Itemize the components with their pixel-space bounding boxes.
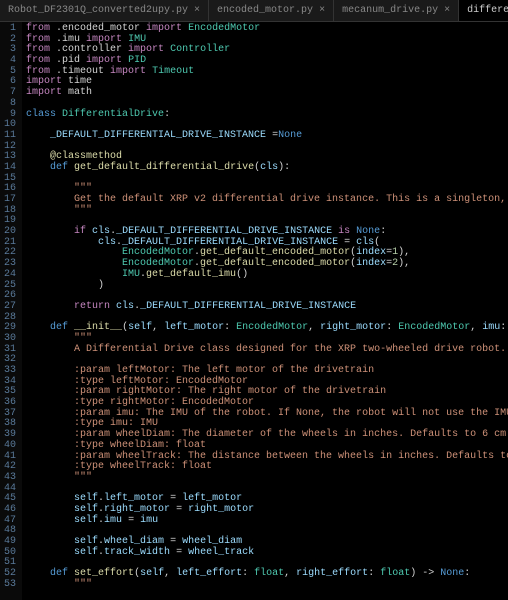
code-line[interactable]: IMU.get_default_imu() — [26, 270, 508, 281]
code-line[interactable]: from .timeout import Timeout — [26, 67, 508, 78]
code-line[interactable]: def __init__(self, left_motor: EncodedMo… — [26, 323, 508, 334]
tab-differential_drive-py[interactable]: differential_drive.py× — [459, 0, 508, 21]
line-number: 53 — [2, 580, 16, 591]
code-line[interactable]: ) — [26, 281, 508, 292]
code-line[interactable]: Get the default XRP v2 differential driv… — [26, 195, 508, 206]
code-line[interactable]: import time — [26, 77, 508, 88]
tab-bar: Robot_DF2301Q_converted2upy.py×encoded_m… — [0, 0, 508, 22]
code-line[interactable]: _DEFAULT_DIFFERENTIAL_DRIVE_INSTANCE =No… — [26, 131, 508, 142]
code-line[interactable]: return cls._DEFAULT_DIFFERENTIAL_DRIVE_I… — [26, 302, 508, 313]
line-number: 43 — [2, 473, 16, 484]
close-icon[interactable]: × — [194, 5, 200, 16]
line-number: 24 — [2, 270, 16, 281]
code-line[interactable]: A Differential Drive class designed for … — [26, 345, 508, 356]
tab-label: encoded_motor.py — [217, 5, 313, 16]
editor-area: 1234567891011121314151617181920212223242… — [0, 22, 508, 600]
close-icon[interactable]: × — [319, 5, 325, 16]
code-content[interactable]: from .encoded_motor import EncodedMotorf… — [22, 22, 508, 600]
code-line[interactable]: """ — [26, 206, 508, 217]
line-number: 8 — [2, 99, 16, 110]
code-line[interactable]: class DifferentialDrive: — [26, 110, 508, 121]
code-line[interactable]: def get_default_differential_drive(cls): — [26, 163, 508, 174]
line-number: 27 — [2, 302, 16, 313]
code-line[interactable]: :type wheelTrack: float — [26, 462, 508, 473]
code-line[interactable]: import math — [26, 88, 508, 99]
line-number: 11 — [2, 131, 16, 142]
code-line[interactable]: def set_effort(self, left_effort: float,… — [26, 569, 508, 580]
tab-Robot_DF2301Q_converted2upy-py[interactable]: Robot_DF2301Q_converted2upy.py × — [0, 0, 209, 21]
close-icon[interactable]: × — [444, 5, 450, 16]
tab-label: differential_drive.py — [467, 5, 508, 16]
tab-label: mecanum_drive.py — [342, 5, 438, 16]
code-line[interactable]: self.imu = imu — [26, 516, 508, 527]
tab-encoded_motor-py[interactable]: encoded_motor.py × — [209, 0, 334, 21]
tab-mecanum_drive-py[interactable]: mecanum_drive.py × — [334, 0, 459, 21]
code-line[interactable]: """ — [26, 473, 508, 484]
tab-label: Robot_DF2301Q_converted2upy.py — [8, 5, 188, 16]
code-line[interactable]: self.track_width = wheel_track — [26, 548, 508, 559]
code-line[interactable]: """ — [26, 580, 508, 591]
code-line[interactable] — [26, 174, 508, 185]
line-number: 40 — [2, 441, 16, 452]
line-number-gutter: 1234567891011121314151617181920212223242… — [0, 22, 22, 600]
